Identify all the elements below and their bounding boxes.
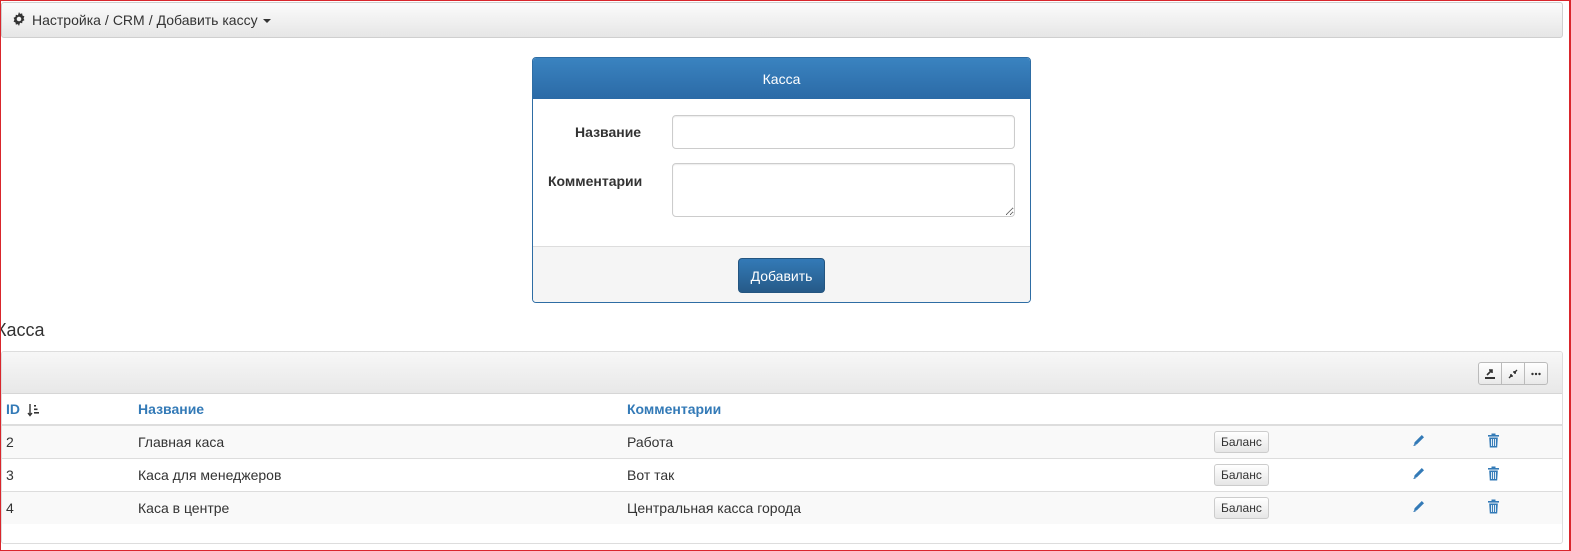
comment-textarea[interactable]	[672, 163, 1015, 217]
row-id: 4	[2, 490, 134, 524]
column-header-name[interactable]: Название	[134, 394, 623, 426]
row-balance-cell: Баланс	[1210, 490, 1408, 524]
breadcrumb-item-crm[interactable]: CRM	[113, 12, 145, 28]
caret-down-icon[interactable]	[262, 19, 271, 23]
row-delete-cell	[1483, 490, 1562, 524]
row-comment: Центральная касса города	[623, 490, 1210, 524]
gear-icon	[12, 12, 28, 28]
row-id: 2	[2, 424, 134, 458]
row-name: Главная каса	[134, 424, 623, 458]
column-header-comment[interactable]: Комментарии	[623, 394, 1210, 426]
name-label: Название	[575, 124, 642, 140]
trash-icon[interactable]	[1487, 499, 1500, 514]
table-row: 3 Каса для менеджеров Вот так Баланс	[2, 457, 1562, 491]
table-header-row: ID Название Комментарии	[2, 394, 1562, 426]
row-balance-cell: Баланс	[1210, 424, 1408, 458]
balance-button[interactable]: Баланс	[1214, 430, 1269, 453]
breadcrumb-separator: /	[148, 12, 153, 28]
row-balance-cell: Баланс	[1210, 457, 1408, 491]
breadcrumb-item-add-cashbox[interactable]: Добавить кассу	[157, 12, 258, 28]
breadcrumb-separator: /	[104, 12, 109, 28]
cashbox-form-panel: Касса Название Комментарии Добавить	[532, 57, 1031, 303]
column-header-id[interactable]: ID	[2, 394, 134, 426]
panel-title: Касса	[533, 58, 1030, 99]
breadcrumb-item-settings[interactable]: Настройка	[32, 12, 101, 28]
collapse-icon[interactable]	[1501, 362, 1525, 385]
section-title: Касса	[0, 320, 45, 340]
export-icon[interactable]	[1478, 362, 1502, 385]
row-delete-cell	[1483, 457, 1562, 491]
sort-ascending-icon[interactable]	[27, 403, 41, 417]
comment-label: Комментарии	[548, 173, 643, 189]
trash-icon[interactable]	[1487, 433, 1500, 448]
pencil-icon[interactable]	[1412, 499, 1426, 513]
column-header-edit	[1408, 394, 1483, 426]
breadcrumb: Настройка / CRM / Добавить кассу	[1, 2, 1563, 38]
row-edit-cell	[1408, 457, 1483, 491]
pencil-icon[interactable]	[1412, 466, 1426, 480]
row-id: 3	[2, 457, 134, 491]
row-name: Каса в центре	[134, 490, 623, 524]
column-header-id-label: ID	[6, 400, 20, 417]
cashbox-table: ID Название Комментарии 2 Главная каса Р…	[2, 394, 1562, 524]
trash-icon[interactable]	[1487, 466, 1500, 481]
more-icon[interactable]	[1524, 362, 1548, 385]
row-delete-cell	[1483, 424, 1562, 458]
row-edit-cell	[1408, 490, 1483, 524]
table-toolbar	[2, 352, 1562, 394]
add-button[interactable]: Добавить	[737, 258, 826, 293]
pencil-icon[interactable]	[1412, 433, 1426, 447]
row-edit-cell	[1408, 424, 1483, 458]
cashbox-table-card: ID Название Комментарии 2 Главная каса Р…	[1, 351, 1563, 544]
balance-button[interactable]: Баланс	[1214, 496, 1269, 519]
row-comment: Вот так	[623, 457, 1210, 491]
name-input[interactable]	[672, 115, 1015, 149]
column-header-balance	[1210, 394, 1408, 426]
toolbar-button-group	[1478, 362, 1548, 385]
column-header-delete	[1483, 394, 1562, 426]
row-comment: Работа	[623, 424, 1210, 458]
table-row: 4 Каса в центре Центральная касса города…	[2, 490, 1562, 524]
balance-button[interactable]: Баланс	[1214, 463, 1269, 486]
panel-body: Название Комментарии	[533, 99, 1030, 246]
row-name: Каса для менеджеров	[134, 457, 623, 491]
panel-footer: Добавить	[533, 246, 1030, 302]
table-row: 2 Главная каса Работа Баланс	[2, 424, 1562, 458]
